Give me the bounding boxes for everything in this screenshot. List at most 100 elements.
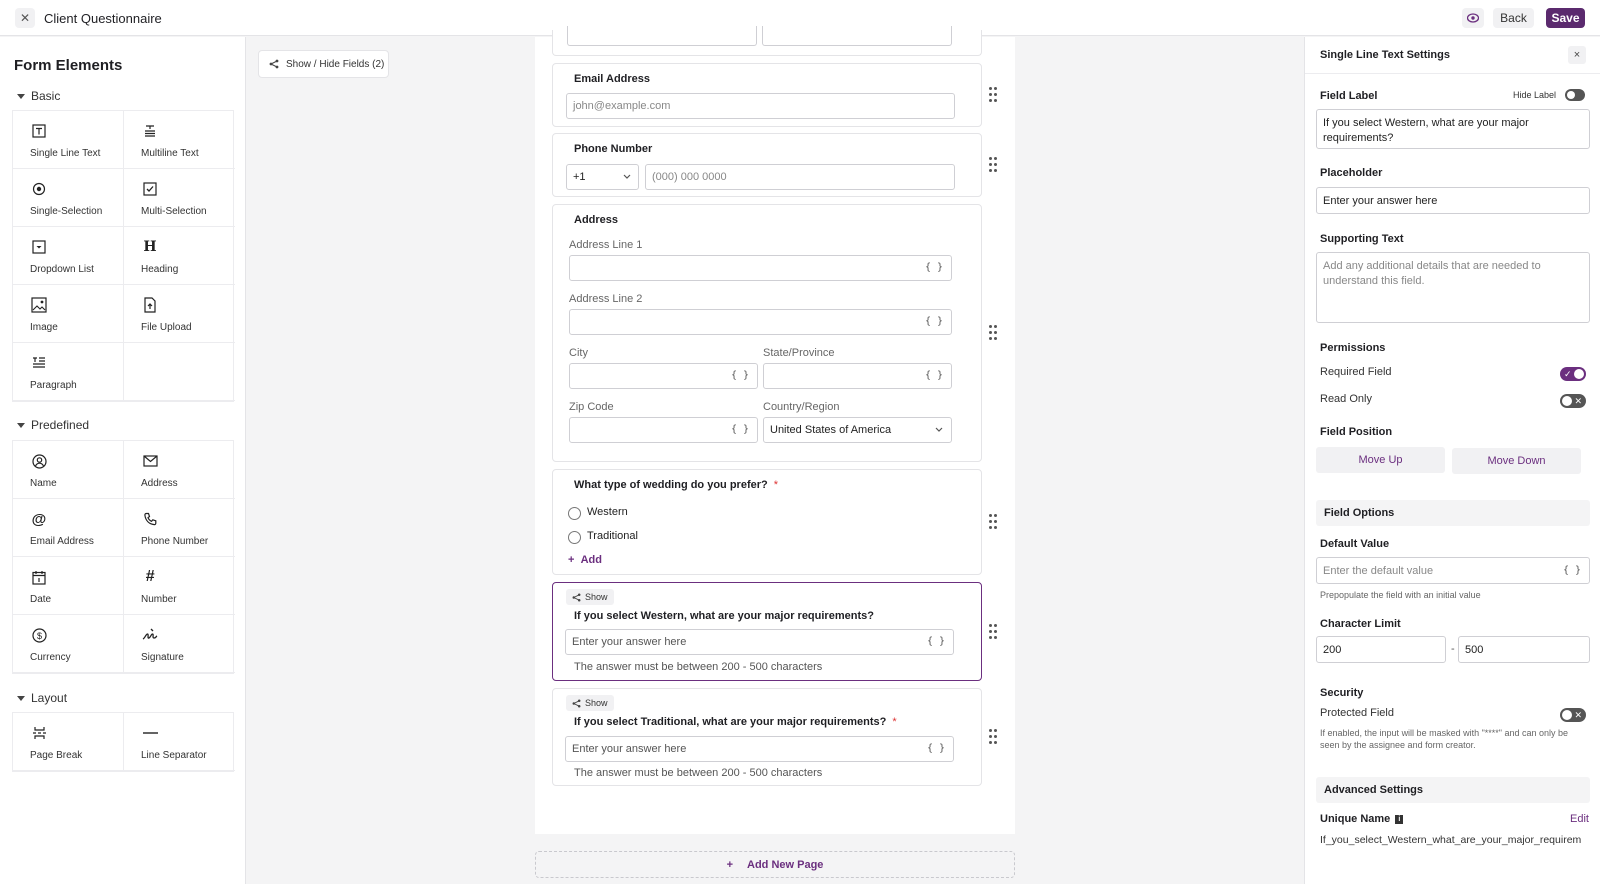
element-label: Dropdown List	[30, 264, 94, 275]
element-signature[interactable]: Signature	[124, 615, 235, 673]
element-date[interactable]: Date	[13, 557, 124, 615]
element-page-break[interactable]: Page Break	[13, 713, 124, 771]
email-input[interactable]: john@example.com	[566, 93, 955, 119]
section-predefined-toggle[interactable]: Predefined	[17, 418, 89, 432]
wedding-type-field-card[interactable]: What type of wedding do you prefer? * Wes…	[552, 469, 997, 575]
paragraph-icon	[31, 355, 47, 371]
field-label-input[interactable]: If you select Western, what are your maj…	[1316, 109, 1590, 149]
edit-unique-name-link[interactable]: Edit	[1570, 813, 1589, 825]
text-input[interactable]	[567, 26, 757, 46]
read-only-toggle[interactable]: ✕	[1560, 394, 1586, 408]
required-field-toggle[interactable]: ✓	[1560, 367, 1586, 381]
element-label: Number	[141, 594, 177, 605]
close-icon[interactable]: ×	[1568, 46, 1586, 64]
chevron-down-icon	[623, 174, 631, 179]
western-requirements-field-card[interactable]: Show If you select Western, what are you…	[552, 582, 997, 681]
move-down-button[interactable]: Move Down	[1452, 448, 1581, 474]
element-label: Multi-Selection	[141, 206, 207, 217]
close-icon[interactable]: ✕	[15, 8, 35, 28]
element-single-line-text[interactable]: Single Line Text	[13, 111, 124, 169]
supporting-text-input[interactable]: Add any additional details that are need…	[1316, 252, 1590, 323]
info-icon[interactable]: i	[1395, 814, 1404, 824]
character-max-input[interactable]: 500	[1458, 636, 1590, 663]
save-button[interactable]: Save	[1546, 8, 1585, 28]
previous-field-card[interactable]	[552, 26, 982, 56]
element-currency[interactable]: $ Currency	[13, 615, 124, 673]
city-input[interactable]: { }	[569, 363, 758, 389]
settings-panel: Single Line Text Settings × Field Label …	[1304, 37, 1600, 884]
element-label: Address	[141, 478, 178, 489]
address-line1-input[interactable]: { }	[569, 255, 952, 281]
answer-input[interactable]: Enter your answer here { }	[565, 629, 954, 655]
drag-handle-icon[interactable]	[989, 623, 997, 640]
country-code-select[interactable]: +1	[566, 164, 639, 190]
radio-traditional[interactable]	[568, 531, 581, 544]
variable-braces-icon[interactable]: { }	[927, 737, 945, 761]
plus-icon: +	[568, 554, 575, 566]
section-basic-toggle[interactable]: Basic	[17, 89, 60, 103]
phone-input[interactable]: (000) 000 0000	[645, 164, 955, 190]
character-min-input[interactable]: 200	[1316, 636, 1446, 663]
eye-icon[interactable]	[1462, 8, 1484, 28]
element-name[interactable]: Name	[13, 441, 124, 499]
variable-braces-icon[interactable]: { }	[927, 630, 945, 654]
element-label: File Upload	[141, 322, 192, 333]
advanced-settings-section[interactable]: Advanced Settings	[1316, 777, 1590, 803]
variable-braces-icon[interactable]: { }	[731, 364, 749, 388]
section-layout-toggle[interactable]: Layout	[17, 691, 67, 705]
element-single-selection[interactable]: Single-Selection	[13, 169, 124, 227]
variable-braces-icon[interactable]: { }	[925, 310, 943, 334]
variable-braces-icon[interactable]: { }	[1563, 563, 1581, 578]
protected-field-toggle[interactable]: ✕	[1560, 708, 1586, 722]
radio-western[interactable]	[568, 507, 581, 520]
hide-label-toggle[interactable]	[1565, 89, 1585, 101]
variable-braces-icon[interactable]: { }	[925, 256, 943, 280]
at-icon: @	[31, 510, 47, 528]
variable-braces-icon[interactable]: { }	[731, 418, 749, 442]
phone-field-card[interactable]: Phone Number +1 (000) 000 0000	[552, 133, 997, 197]
element-label: Date	[30, 594, 52, 605]
element-dropdown-list[interactable]: Dropdown List	[13, 227, 124, 285]
move-up-button[interactable]: Move Up	[1316, 447, 1445, 473]
add-option-button[interactable]: + Add	[568, 554, 602, 566]
element-image[interactable]: Image	[13, 285, 124, 343]
country-select[interactable]: United States of America	[763, 417, 952, 443]
element-label: Single Line Text	[30, 148, 101, 159]
placeholder-input[interactable]: Enter your answer here	[1316, 187, 1590, 214]
state-input[interactable]: { }	[763, 363, 952, 389]
default-value-input[interactable]: Enter the default value { }	[1316, 557, 1590, 584]
show-hide-fields-button[interactable]: Show / Hide Fields (2)	[258, 50, 389, 78]
element-line-separator[interactable]: Line Separator	[124, 713, 235, 771]
conditional-show-tag[interactable]: Show	[566, 695, 614, 711]
element-file-upload[interactable]: File Upload	[124, 285, 235, 343]
element-email-address[interactable]: @ Email Address	[13, 499, 124, 557]
address-line2-input[interactable]: { }	[569, 309, 952, 335]
element-address[interactable]: Address	[124, 441, 235, 499]
element-phone-number[interactable]: Phone Number	[124, 499, 235, 557]
protected-field-label: Protected Field	[1320, 707, 1394, 719]
address-field-card[interactable]: Address Address Line 1 { } Address Line …	[552, 204, 997, 462]
text-lines-icon	[142, 123, 158, 139]
conditional-show-tag[interactable]: Show	[566, 589, 614, 605]
drag-handle-icon[interactable]	[989, 157, 997, 173]
element-multi-selection[interactable]: Multi-Selection	[124, 169, 235, 227]
element-multiline-text[interactable]: Multiline Text	[124, 111, 235, 169]
text-input[interactable]	[762, 26, 952, 46]
add-new-page-button[interactable]: + Add New Page	[535, 851, 1015, 878]
drag-handle-icon[interactable]	[989, 325, 997, 341]
placeholder-heading: Placeholder	[1320, 167, 1383, 179]
drag-handle-icon[interactable]	[989, 729, 997, 745]
email-field-card[interactable]: Email Address john@example.com	[552, 63, 997, 127]
drag-handle-icon[interactable]	[989, 514, 997, 530]
answer-input[interactable]: Enter your answer here { }	[565, 736, 954, 762]
element-number[interactable]: # Number	[124, 557, 235, 615]
element-heading[interactable]: H Heading	[124, 227, 235, 285]
drag-handle-icon[interactable]	[989, 87, 997, 103]
zip-input[interactable]: { }	[569, 417, 758, 443]
variable-braces-icon[interactable]: { }	[925, 364, 943, 388]
element-paragraph[interactable]: Paragraph	[13, 343, 124, 401]
field-options-section[interactable]: Field Options	[1316, 500, 1590, 526]
traditional-requirements-field-card[interactable]: Show If you select Traditional, what are…	[552, 688, 997, 786]
back-button[interactable]: Back	[1493, 8, 1534, 28]
required-asterisk: *	[892, 716, 897, 728]
